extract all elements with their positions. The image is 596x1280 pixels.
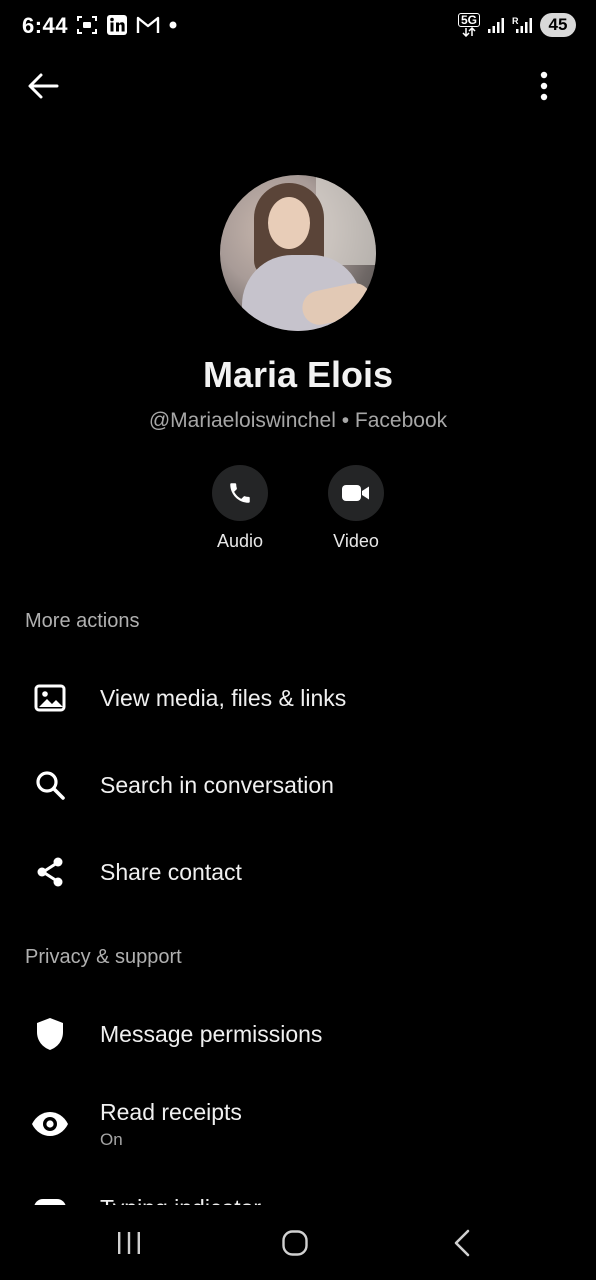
status-time: 6:44 [22, 13, 69, 38]
menu-item-search-conversation[interactable]: Search in conversation [0, 753, 596, 817]
profile-screen: 6:44 5G R 45 Maria Elois @Mariaeloiswinc… [0, 0, 596, 1280]
status-notification-icons [76, 14, 178, 36]
profile-name: Maria Elois [202, 354, 394, 395]
video-call-button[interactable]: Video [306, 465, 406, 552]
video-label: Video [333, 531, 379, 551]
home-button[interactable] [265, 1223, 325, 1263]
recent-apps-icon [118, 1232, 140, 1254]
signal-roaming-icon: R [512, 16, 532, 33]
home-icon [282, 1230, 308, 1256]
system-navigation-bar [0, 1205, 596, 1280]
section-header-privacy-support: Privacy & support [25, 946, 182, 968]
share-icon [37, 857, 63, 887]
menu-item-share-contact[interactable]: Share contact [0, 840, 596, 904]
back-nav-button[interactable] [432, 1223, 492, 1263]
search-icon [36, 771, 65, 800]
audio-label: Audio [216, 531, 264, 551]
menu-item-view-media[interactable]: View media, files & links [0, 666, 596, 730]
menu-item-message-permissions[interactable]: Message permissions [0, 1002, 596, 1066]
menu-label: Message permissions [100, 1020, 323, 1047]
menu-label: Share contact [100, 858, 242, 885]
menu-sublabel: On [100, 1129, 123, 1149]
video-camera-icon [342, 485, 369, 501]
arrow-left-icon [28, 73, 59, 99]
phone-icon [230, 483, 250, 503]
shield-icon [37, 1018, 63, 1050]
status-bar: 6:44 5G R 45 [0, 0, 596, 54]
back-button[interactable] [22, 66, 64, 106]
battery-indicator: 45 [540, 13, 576, 37]
image-icon [34, 684, 66, 712]
more-options-button[interactable] [532, 66, 556, 106]
menu-label: Read receipts [100, 1098, 242, 1125]
kebab-menu-icon [540, 71, 548, 101]
menu-label: View media, files & links [100, 684, 347, 711]
signal-icon [488, 18, 504, 33]
profile-avatar[interactable] [220, 175, 376, 331]
audio-call-button[interactable]: Audio [190, 465, 290, 552]
menu-item-read-receipts[interactable]: Read receipts On [0, 1089, 596, 1159]
screenshot-icon [77, 16, 97, 34]
gmail-icon [136, 16, 160, 33]
recent-apps-button[interactable] [99, 1223, 159, 1263]
menu-label: Search in conversation [100, 771, 334, 798]
network-5g-icon: 5G [457, 13, 480, 37]
section-header-more-actions: More actions [25, 610, 140, 632]
eye-icon [32, 1112, 68, 1136]
svg-text:R: R [512, 16, 519, 26]
linkedin-icon [107, 15, 127, 35]
back-nav-icon [454, 1229, 470, 1257]
profile-handle: @Mariaeloiswinchel • Facebook [148, 409, 448, 432]
status-system-icons: 5G R 45 [457, 13, 576, 37]
dot-icon [169, 21, 177, 29]
